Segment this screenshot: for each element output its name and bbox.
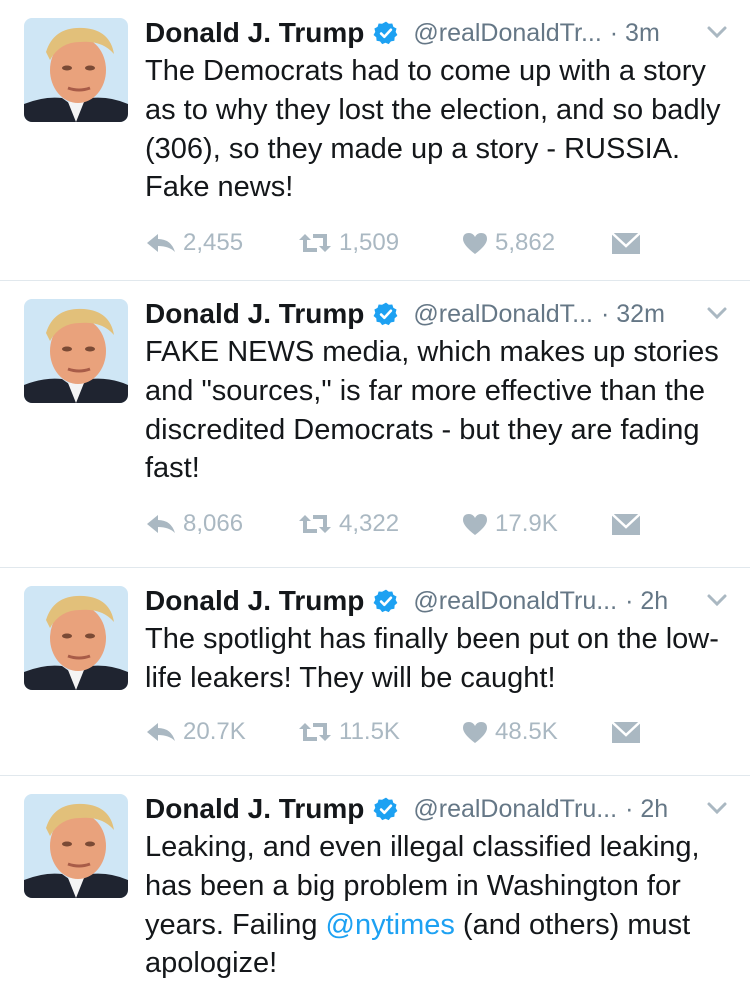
verified-badge-icon [373, 589, 398, 613]
retweet-icon [299, 515, 331, 533]
verified-badge-icon [373, 21, 398, 45]
tweet-timestamp[interactable]: · 2h [625, 587, 668, 616]
like-count: 48.5K [495, 718, 558, 745]
retweet-count: 1,509 [339, 229, 400, 256]
verified-badge-icon [373, 302, 398, 326]
reply-count: 20.7K [183, 718, 246, 745]
reply-button[interactable]: 8,066 [145, 510, 243, 538]
author-handle[interactable]: @realDonaldTru... [413, 587, 617, 616]
tweet-timestamp[interactable]: · 2h [625, 795, 668, 824]
like-count: 17.9K [495, 510, 558, 537]
author-name[interactable]: Donald J. Trump [145, 793, 364, 825]
tweet-text: The Democrats had to come up with a stor… [145, 55, 721, 204]
retweet-button[interactable]: 4,322 [297, 510, 399, 538]
retweet-icon [299, 723, 331, 741]
avatar[interactable] [24, 299, 128, 403]
tweet-timestamp[interactable]: · 3m [610, 19, 660, 48]
tweet-timestamp[interactable]: · 32m [601, 300, 665, 329]
tweet-text: The spotlight has finally been put on th… [145, 623, 719, 694]
avatar[interactable] [24, 18, 128, 122]
tweet-text: Leaking, and even illegal classified lea… [145, 828, 735, 983]
author-name[interactable]: Donald J. Trump [145, 585, 364, 617]
heart-icon [463, 514, 487, 535]
direct-message-button[interactable] [611, 512, 647, 536]
avatar[interactable] [24, 586, 128, 690]
direct-message-button[interactable] [611, 720, 647, 744]
chevron-down-icon[interactable] [706, 24, 728, 40]
avatar[interactable] [24, 794, 128, 898]
chevron-down-icon[interactable] [706, 305, 728, 321]
tweet[interactable]: Donald J. Trump @realDonaldT... · 32m FA… [0, 281, 750, 568]
author-handle[interactable]: @realDonaldTru... [413, 795, 617, 824]
mention-link[interactable]: @nytimes [326, 909, 455, 941]
tweet[interactable]: Donald J. Trump @realDonaldTr... · 3m Th… [0, 0, 750, 281]
heart-icon [463, 722, 487, 743]
author-name[interactable]: Donald J. Trump [145, 17, 364, 49]
reply-icon [147, 723, 175, 741]
direct-message-icon [611, 721, 641, 743]
retweet-button[interactable]: 11.5K [297, 718, 400, 746]
like-button[interactable]: 5,862 [461, 229, 555, 257]
like-button[interactable]: 48.5K [461, 718, 558, 746]
heart-icon [463, 233, 487, 254]
direct-message-icon [611, 513, 641, 535]
reply-button[interactable]: 2,455 [145, 229, 243, 257]
author-handle[interactable]: @realDonaldTr... [413, 19, 601, 48]
retweet-count: 11.5K [339, 718, 400, 745]
retweet-icon [299, 234, 331, 252]
direct-message-icon [611, 232, 641, 254]
reply-count: 8,066 [183, 510, 244, 537]
retweet-button[interactable]: 1,509 [297, 229, 399, 257]
retweet-count: 4,322 [339, 510, 400, 537]
reply-icon [147, 234, 175, 252]
verified-badge-icon [373, 797, 398, 821]
author-handle[interactable]: @realDonaldT... [413, 300, 593, 329]
like-button[interactable]: 17.9K [461, 510, 558, 538]
reply-count: 2,455 [183, 229, 244, 256]
like-count: 5,862 [495, 229, 556, 256]
author-name[interactable]: Donald J. Trump [145, 298, 364, 330]
tweet-text: FAKE NEWS media, which makes up stories … [145, 336, 719, 485]
tweet[interactable]: Donald J. Trump @realDonaldTru... · 2h L… [0, 776, 750, 1003]
chevron-down-icon[interactable] [706, 592, 728, 608]
direct-message-button[interactable] [611, 231, 647, 255]
chevron-down-icon[interactable] [706, 800, 728, 816]
tweet[interactable]: Donald J. Trump @realDonaldTru... · 2h T… [0, 568, 750, 776]
reply-icon [147, 515, 175, 533]
reply-button[interactable]: 20.7K [145, 718, 246, 746]
